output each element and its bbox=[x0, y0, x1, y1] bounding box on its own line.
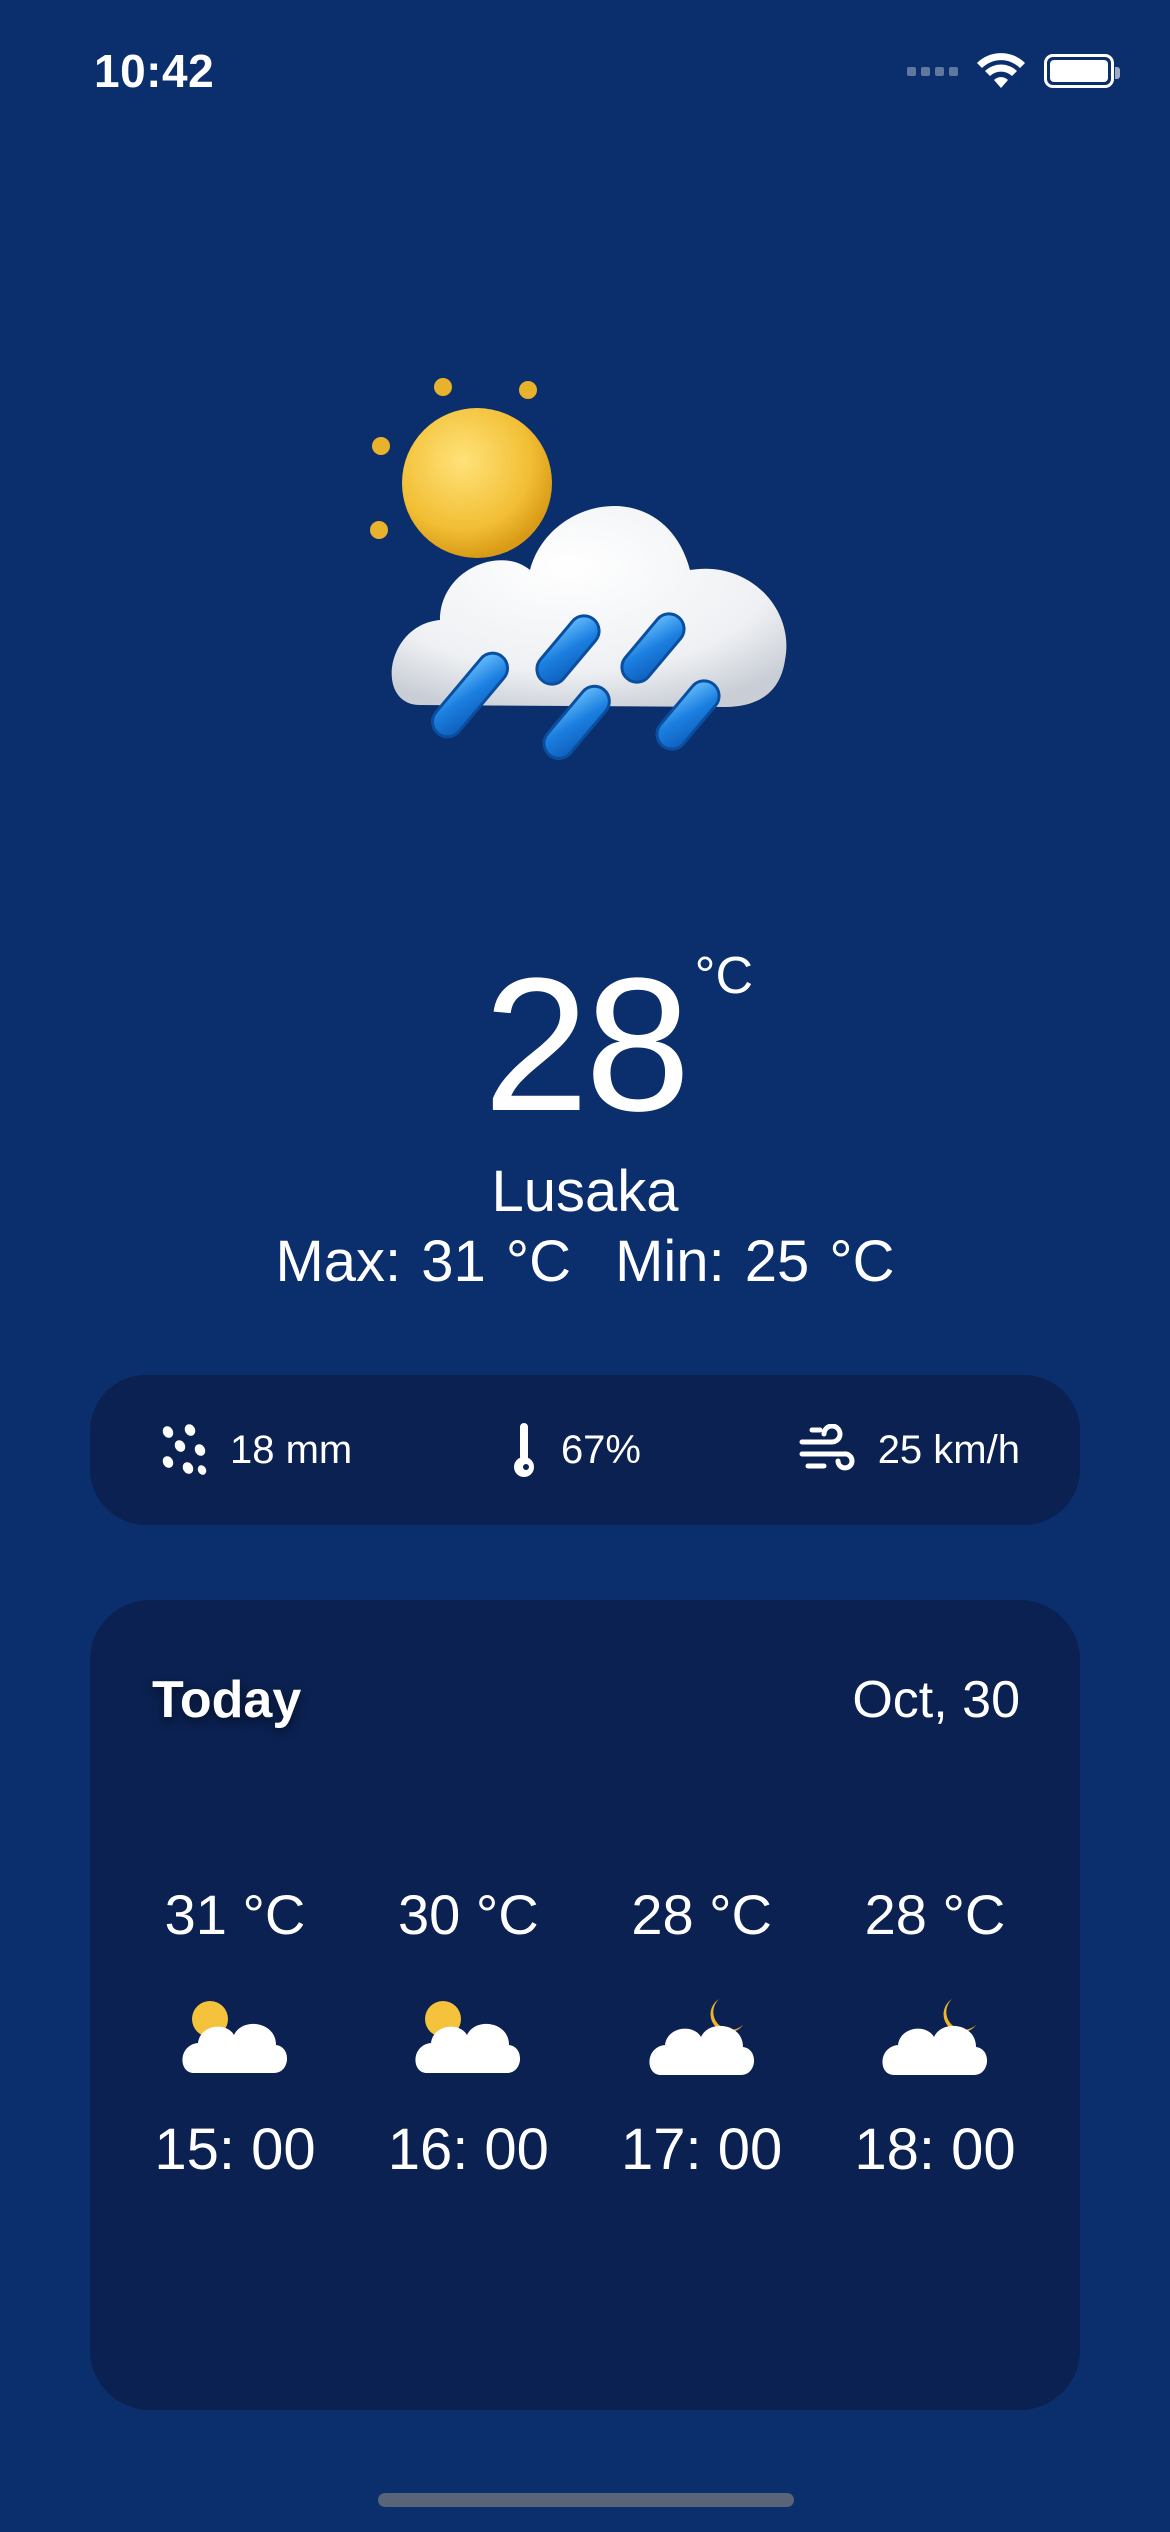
humidity-value: 67% bbox=[560, 1427, 641, 1472]
partly-sunny-icon bbox=[415, 2001, 521, 2073]
hour-time: 15: 00 bbox=[154, 2117, 316, 2182]
forecast-title: Today bbox=[152, 1671, 302, 1729]
hour-time: 16: 00 bbox=[387, 2117, 549, 2182]
hour-temperature: 30 °C bbox=[397, 1883, 539, 1946]
partly-sunny-icon bbox=[182, 2001, 288, 2073]
partly-cloudy-night-icon bbox=[882, 1999, 988, 2075]
hour-temperature: 28 °C bbox=[864, 1883, 1006, 1946]
hourly-forecast-item[interactable]: 31 °C 15: 00 bbox=[130, 1880, 340, 2190]
hourly-forecast-item[interactable]: 28 °C 17: 00 bbox=[597, 1880, 807, 2190]
current-temperature: 28 °C bbox=[483, 950, 753, 1140]
hour-temperature: 28 °C bbox=[631, 1883, 772, 1946]
partly-cloudy-night-icon bbox=[649, 1999, 754, 2075]
sun-cloud-rain-icon bbox=[370, 378, 787, 760]
hour-time: 17: 00 bbox=[621, 2117, 783, 2182]
wind-stat: 25 km/h bbox=[798, 1424, 1020, 1476]
temperature-value: 28 bbox=[483, 939, 690, 1151]
hourly-forecast-list: 31 °C 15: 00 30 °C 16: 00 28 °C 17: 00 2… bbox=[130, 1880, 1040, 2190]
max-temperature: Max: 31 °C bbox=[275, 1229, 571, 1294]
current-temperature-block: 28 °C bbox=[0, 950, 1170, 1140]
weather-stats-bar: 18 mm 67% 25 km/h bbox=[90, 1375, 1080, 1525]
hourly-forecast-card: Today Oct, 30 31 °C 15: 00 30 °C 16: 00 … bbox=[90, 1600, 1080, 2410]
cellular-signal-icon bbox=[907, 66, 958, 76]
hourly-forecast-item[interactable]: 28 °C 18: 00 bbox=[830, 1880, 1040, 2190]
temperature-unit: °C bbox=[694, 947, 754, 1005]
status-icons bbox=[907, 52, 1120, 90]
hourly-forecast-item[interactable]: 30 °C 16: 00 bbox=[363, 1880, 573, 2190]
battery-icon bbox=[1044, 54, 1120, 88]
weather-screen: 10:42 28 °C Lusaka Max: 31 °C Min: 25 °C… bbox=[0, 0, 1170, 2532]
raindrops-icon bbox=[162, 1424, 207, 1475]
rain-value: 18 mm bbox=[230, 1427, 353, 1472]
home-indicator[interactable] bbox=[378, 2493, 794, 2507]
wifi-icon bbox=[977, 53, 1025, 88]
min-temperature: Min: 25 °C bbox=[615, 1229, 895, 1294]
humidity-stat: 67% bbox=[509, 1421, 641, 1479]
city-name: Lusaka bbox=[491, 1159, 679, 1224]
min-max-temperature: Max: 31 °C Min: 25 °C bbox=[0, 1228, 1170, 1295]
hour-time: 18: 00 bbox=[854, 2117, 1016, 2182]
thermometer-icon bbox=[513, 1423, 534, 1477]
forecast-date: Oct, 30 bbox=[852, 1671, 1020, 1729]
status-time: 10:42 bbox=[94, 45, 215, 97]
hour-temperature: 31 °C bbox=[164, 1883, 306, 1946]
wind-icon bbox=[799, 1424, 855, 1471]
rain-stat: 18 mm bbox=[160, 1424, 352, 1476]
wind-value: 25 km/h bbox=[877, 1427, 1020, 1472]
